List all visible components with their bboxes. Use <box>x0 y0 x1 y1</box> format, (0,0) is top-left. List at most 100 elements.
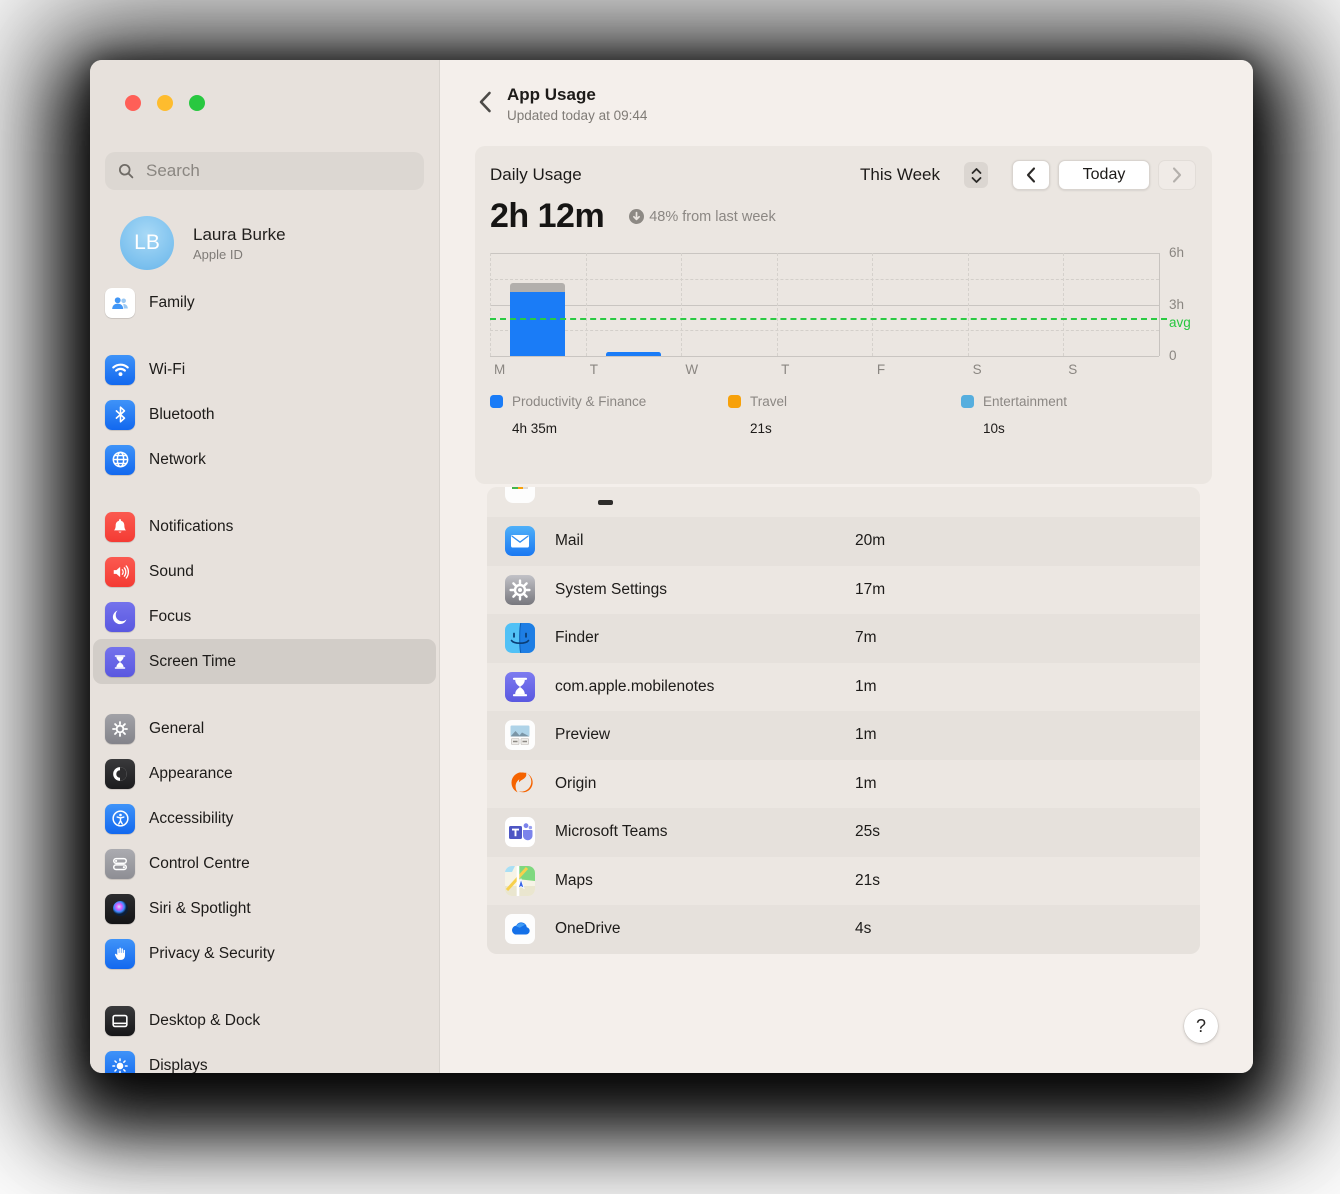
chart-legend: Productivity & Finance4h 35mTravel21sEnt… <box>490 394 1196 464</box>
app-usage-list: Mail20mSystem Settings17mFinder7mcom.app… <box>487 487 1200 954</box>
app-usage-time: 20m <box>855 532 885 550</box>
sidebar-item-label: Screen Time <box>149 653 236 671</box>
sidebar-item-screen-time[interactable]: Screen Time <box>93 639 436 684</box>
profile-subtitle: Apple ID <box>193 247 286 262</box>
sidebar-item-sound[interactable]: Sound <box>93 549 436 594</box>
clipped-app-icon <box>505 487 535 503</box>
app-usage-time: 1m <box>855 726 877 744</box>
bluetooth-icon <box>105 400 135 430</box>
app-row[interactable]: Microsoft Teams25s <box>487 808 1200 857</box>
legend-label: Travel <box>750 394 787 409</box>
sidebar-item-notifications[interactable]: Notifications <box>93 504 436 549</box>
sidebar-item-desktop-dock[interactable]: Desktop & Dock <box>93 998 436 1043</box>
app-usage-time: 7m <box>855 629 877 647</box>
usage-delta-text: 48% from last week <box>649 209 776 225</box>
sidebar-item-bluetooth[interactable]: Bluetooth <box>93 392 436 437</box>
avg-label: avg <box>1169 315 1191 330</box>
sidebar-group: NotificationsSoundFocusScreen Time <box>105 504 424 684</box>
sidebar-group: Family <box>105 280 424 325</box>
next-period-button[interactable] <box>1158 160 1196 190</box>
app-usage-time: 1m <box>855 678 877 696</box>
sidebar-item-appearance[interactable]: Appearance <box>93 751 436 796</box>
x-tick-label: F <box>877 362 885 377</box>
total-usage-value: 2h 12m <box>490 197 604 236</box>
page-subtitle: Updated today at 09:44 <box>507 108 647 123</box>
app-name: OneDrive <box>555 920 620 938</box>
sidebar-item-accessibility[interactable]: Accessibility <box>93 796 436 841</box>
sidebar-item-displays[interactable]: Displays <box>93 1043 436 1073</box>
chart-column <box>872 253 968 356</box>
sidebar-item-wifi[interactable]: Wi-Fi <box>93 347 436 392</box>
sidebar-item-label: Sound <box>149 563 194 581</box>
usage-delta: 48% from last week <box>629 209 776 225</box>
sidebar-nav: FamilyWi-FiBluetoothNetworkNotifications… <box>105 280 424 1073</box>
hourglass-icon <box>105 647 135 677</box>
sidebar-item-network[interactable]: Network <box>93 437 436 482</box>
app-name: Origin <box>555 775 596 793</box>
help-button[interactable]: ? <box>1184 1009 1218 1043</box>
decrease-arrow-icon <box>629 209 644 224</box>
usage-bar[interactable] <box>606 352 661 356</box>
search-icon <box>117 162 135 180</box>
sidebar-item-label: General <box>149 720 204 738</box>
up-down-chevrons-icon <box>970 167 983 184</box>
sidebar-item-family[interactable]: Family <box>93 280 436 325</box>
back-button[interactable] <box>470 85 500 119</box>
sidebar-item-siri-spotlight[interactable]: Siri & Spotlight <box>93 886 436 931</box>
sidebar-item-label: Displays <box>149 1057 208 1074</box>
finder-icon <box>505 623 535 653</box>
app-row[interactable]: Maps21s <box>487 857 1200 906</box>
bar-segment-productivity <box>606 352 661 356</box>
app-usage-time: 17m <box>855 581 885 599</box>
avatar: LB <box>120 216 174 270</box>
app-row[interactable]: Origin1m <box>487 760 1200 809</box>
app-row[interactable]: Mail20m <box>487 517 1200 566</box>
app-row-partial <box>487 487 1200 517</box>
sidebar: LB Laura Burke Apple ID FamilyWi-FiBluet… <box>90 60 440 1073</box>
legend-item: Travel21s <box>728 394 787 436</box>
sidebar-item-focus[interactable]: Focus <box>93 594 436 639</box>
period-stepper[interactable] <box>964 162 988 188</box>
family-icon <box>105 288 135 318</box>
app-row[interactable]: Preview1m <box>487 711 1200 760</box>
chevron-right-icon <box>1172 167 1182 183</box>
app-row[interactable]: com.apple.mobilenotes1m <box>487 663 1200 712</box>
sidebar-item-general[interactable]: General <box>93 706 436 751</box>
maps-icon <box>505 866 535 896</box>
search-field[interactable] <box>105 152 424 190</box>
main-pane: App Usage Updated today at 09:44 Daily U… <box>440 60 1253 1073</box>
sidebar-item-control-centre[interactable]: Control Centre <box>93 841 436 886</box>
speaker-icon <box>105 557 135 587</box>
average-line <box>490 318 1167 320</box>
legend-item: Entertainment10s <box>961 394 1067 436</box>
clipped-text-fragment <box>598 500 613 505</box>
preview-icon <box>505 720 535 750</box>
sidebar-item-label: Family <box>149 294 195 312</box>
legend-swatch <box>490 395 503 408</box>
close-button[interactable] <box>125 95 141 111</box>
daily-usage-title: Daily Usage <box>490 165 582 185</box>
daily-usage-card: Daily Usage This Week Today <box>475 146 1212 484</box>
app-row[interactable]: System Settings17m <box>487 566 1200 615</box>
traffic-lights <box>125 95 205 111</box>
previous-period-button[interactable] <box>1012 160 1050 190</box>
appearance-icon <box>105 759 135 789</box>
period-select-label[interactable]: This Week <box>860 165 940 185</box>
legend-value: 10s <box>983 421 1067 436</box>
x-tick-label: T <box>590 362 598 377</box>
sidebar-group: Desktop & DockDisplays <box>105 998 424 1073</box>
x-tick-label: S <box>973 362 982 377</box>
zoom-button[interactable] <box>189 95 205 111</box>
minimize-button[interactable] <box>157 95 173 111</box>
sidebar-item-privacy-security[interactable]: Privacy & Security <box>93 931 436 976</box>
apple-id-profile[interactable]: LB Laura Burke Apple ID <box>105 216 424 270</box>
app-row[interactable]: Finder7m <box>487 614 1200 663</box>
today-button[interactable]: Today <box>1058 160 1150 190</box>
sidebar-item-label: Siri & Spotlight <box>149 900 251 918</box>
app-row[interactable]: OneDrive4s <box>487 905 1200 954</box>
legend-swatch <box>728 395 741 408</box>
app-usage-time: 25s <box>855 823 880 841</box>
search-input[interactable] <box>144 160 412 182</box>
onedrive-icon <box>505 914 535 944</box>
usage-bar-chart: 6h3h0avg <box>490 253 1160 356</box>
